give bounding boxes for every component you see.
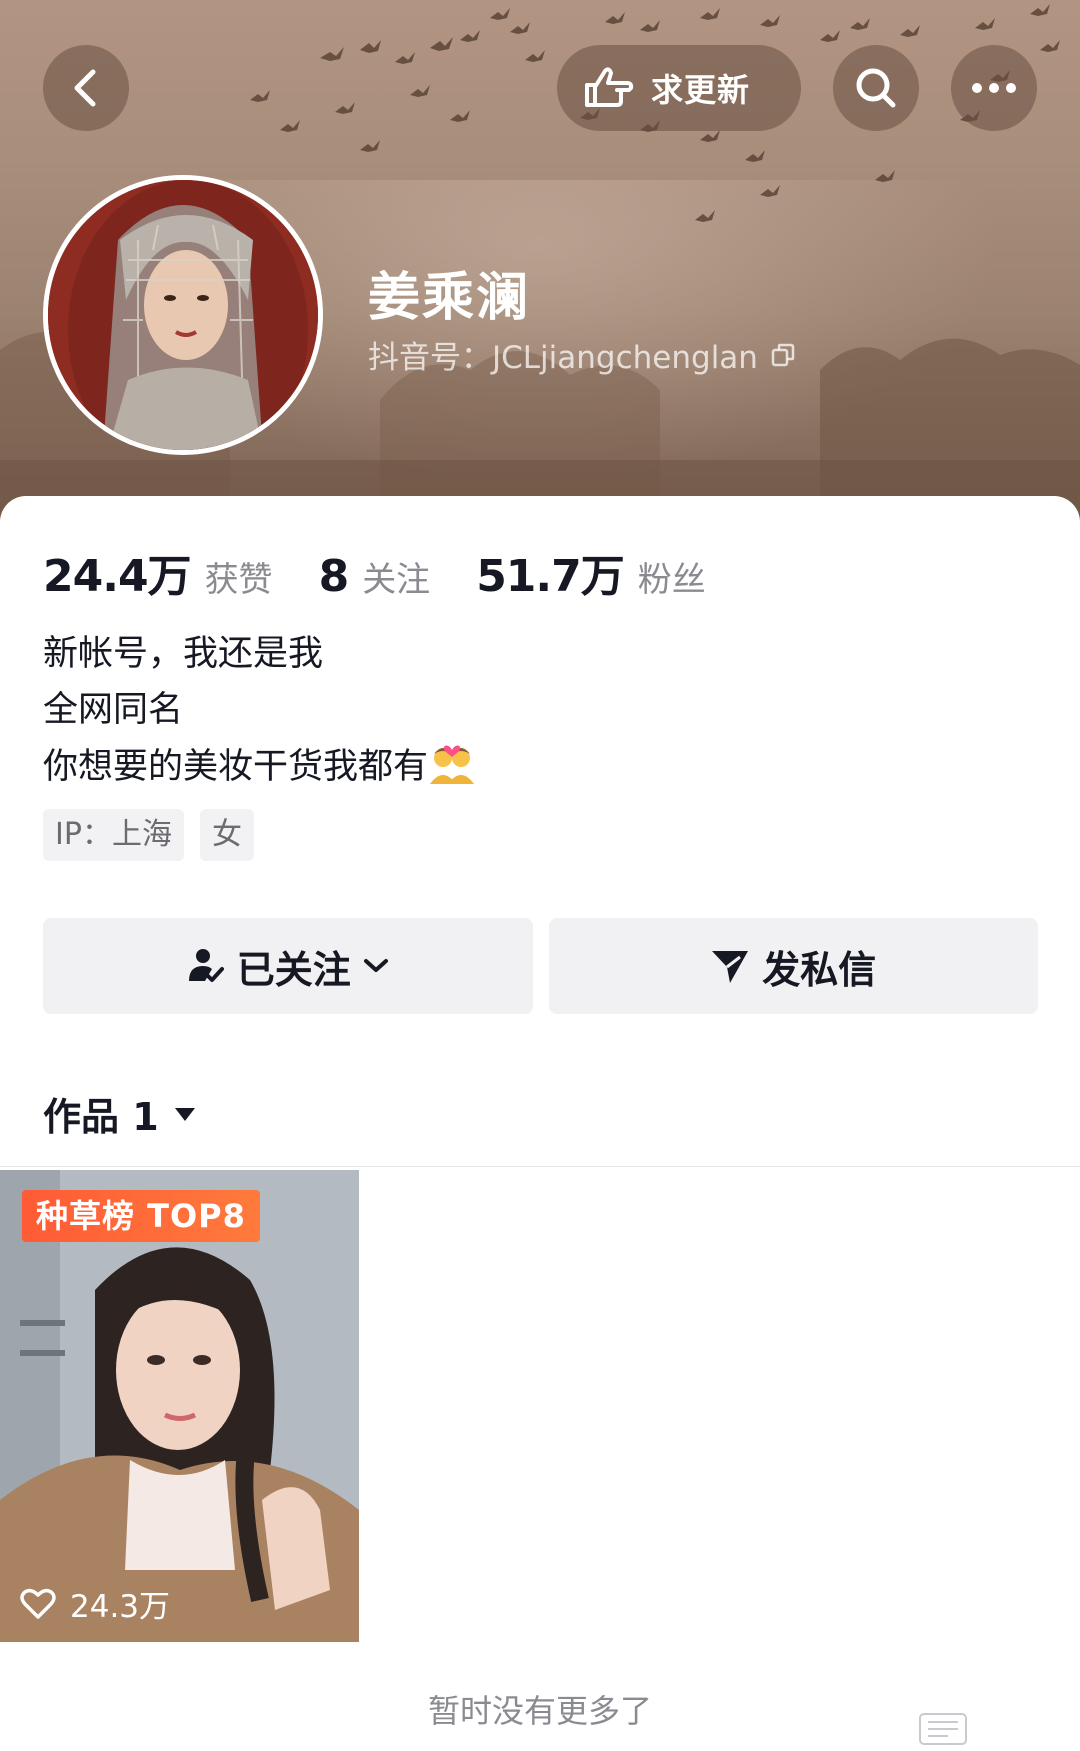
watermark-icon <box>919 1713 967 1745</box>
profile-banner: 求更新 姜乘澜 抖音号：JCLjiangchenglan <box>0 0 1080 520</box>
stat-likes-label: 获赞 <box>204 560 273 600</box>
tab-works[interactable]: 作品 1 <box>43 1086 197 1141</box>
bio-line-3-row: 你想要的美妆干货我都有 <box>43 738 476 795</box>
video-likes: 24.3万 <box>20 1581 170 1626</box>
stat-likes-value: 24.4万 <box>43 551 192 602</box>
copy-icon[interactable] <box>770 342 796 368</box>
bio: 新帐号，我还是我 全网同名 你想要的美妆干货我都有 <box>43 626 476 795</box>
couple-with-heart-icon <box>430 745 475 784</box>
bio-line-1: 新帐号，我还是我 <box>43 634 324 674</box>
profile-name: 姜乘澜 <box>368 268 531 328</box>
pointing-hand-icon <box>585 67 634 107</box>
avatar[interactable] <box>43 175 323 455</box>
gender-tag: 女 <box>199 809 254 861</box>
ip-location-tag: IP：上海 <box>43 809 184 861</box>
request-update-button[interactable]: 求更新 <box>557 45 801 131</box>
stat-followers-label: 粉丝 <box>637 560 706 600</box>
bio-line-2: 全网同名 <box>43 690 184 730</box>
followed-label: 已关注 <box>236 947 351 992</box>
profile-tags: IP：上海 女 <box>43 809 254 861</box>
chevron-left-icon <box>74 69 96 107</box>
heart-icon <box>20 1588 56 1619</box>
message-label: 发私信 <box>762 947 877 992</box>
tab-works-label: 作品 1 <box>43 1095 159 1139</box>
stats-row: 24.4万 获赞 8 关注 51.7万 粉丝 <box>43 540 752 604</box>
followed-button[interactable]: 已关注 <box>43 918 533 1014</box>
chevron-down-icon <box>363 959 388 972</box>
user-check-icon <box>188 949 224 982</box>
works-divider <box>0 1166 1080 1167</box>
avatar-portrait-image <box>48 180 318 450</box>
stat-likes[interactable]: 24.4万 获赞 <box>43 540 273 604</box>
stat-following-label: 关注 <box>362 560 431 600</box>
search-icon <box>856 68 896 108</box>
back-button[interactable] <box>43 45 129 131</box>
stat-following[interactable]: 8 关注 <box>319 551 431 602</box>
video-thumbnail[interactable]: 种草榜 TOP8 24.3万 <box>0 1170 359 1642</box>
stat-following-value: 8 <box>318 551 350 602</box>
stat-followers-value: 51.7万 <box>476 551 625 602</box>
video-likes-count: 24.3万 <box>70 1589 171 1625</box>
message-button[interactable]: 发私信 <box>548 918 1038 1014</box>
profile-card: 24.4万 获赞 8 关注 51.7万 粉丝 新帐号，我还是我 全网同名 你想要… <box>0 496 1080 1751</box>
action-buttons: 已关注 发私信 <box>43 918 1038 1014</box>
bio-line-3: 你想要的美妆干货我都有 <box>43 747 429 787</box>
douyin-id-text: 抖音号：JCLjiangchenglan <box>368 340 758 376</box>
caret-down-icon <box>174 1107 195 1121</box>
more-dots-icon <box>972 83 1016 93</box>
search-button[interactable] <box>833 45 919 131</box>
request-update-label: 求更新 <box>651 71 751 109</box>
douyin-id[interactable]: 抖音号：JCLjiangchenglan <box>368 332 796 377</box>
stat-followers[interactable]: 51.7万 粉丝 <box>476 540 706 604</box>
rank-badge: 种草榜 TOP8 <box>22 1190 260 1242</box>
more-button[interactable] <box>951 45 1037 131</box>
send-message-icon <box>712 951 749 983</box>
